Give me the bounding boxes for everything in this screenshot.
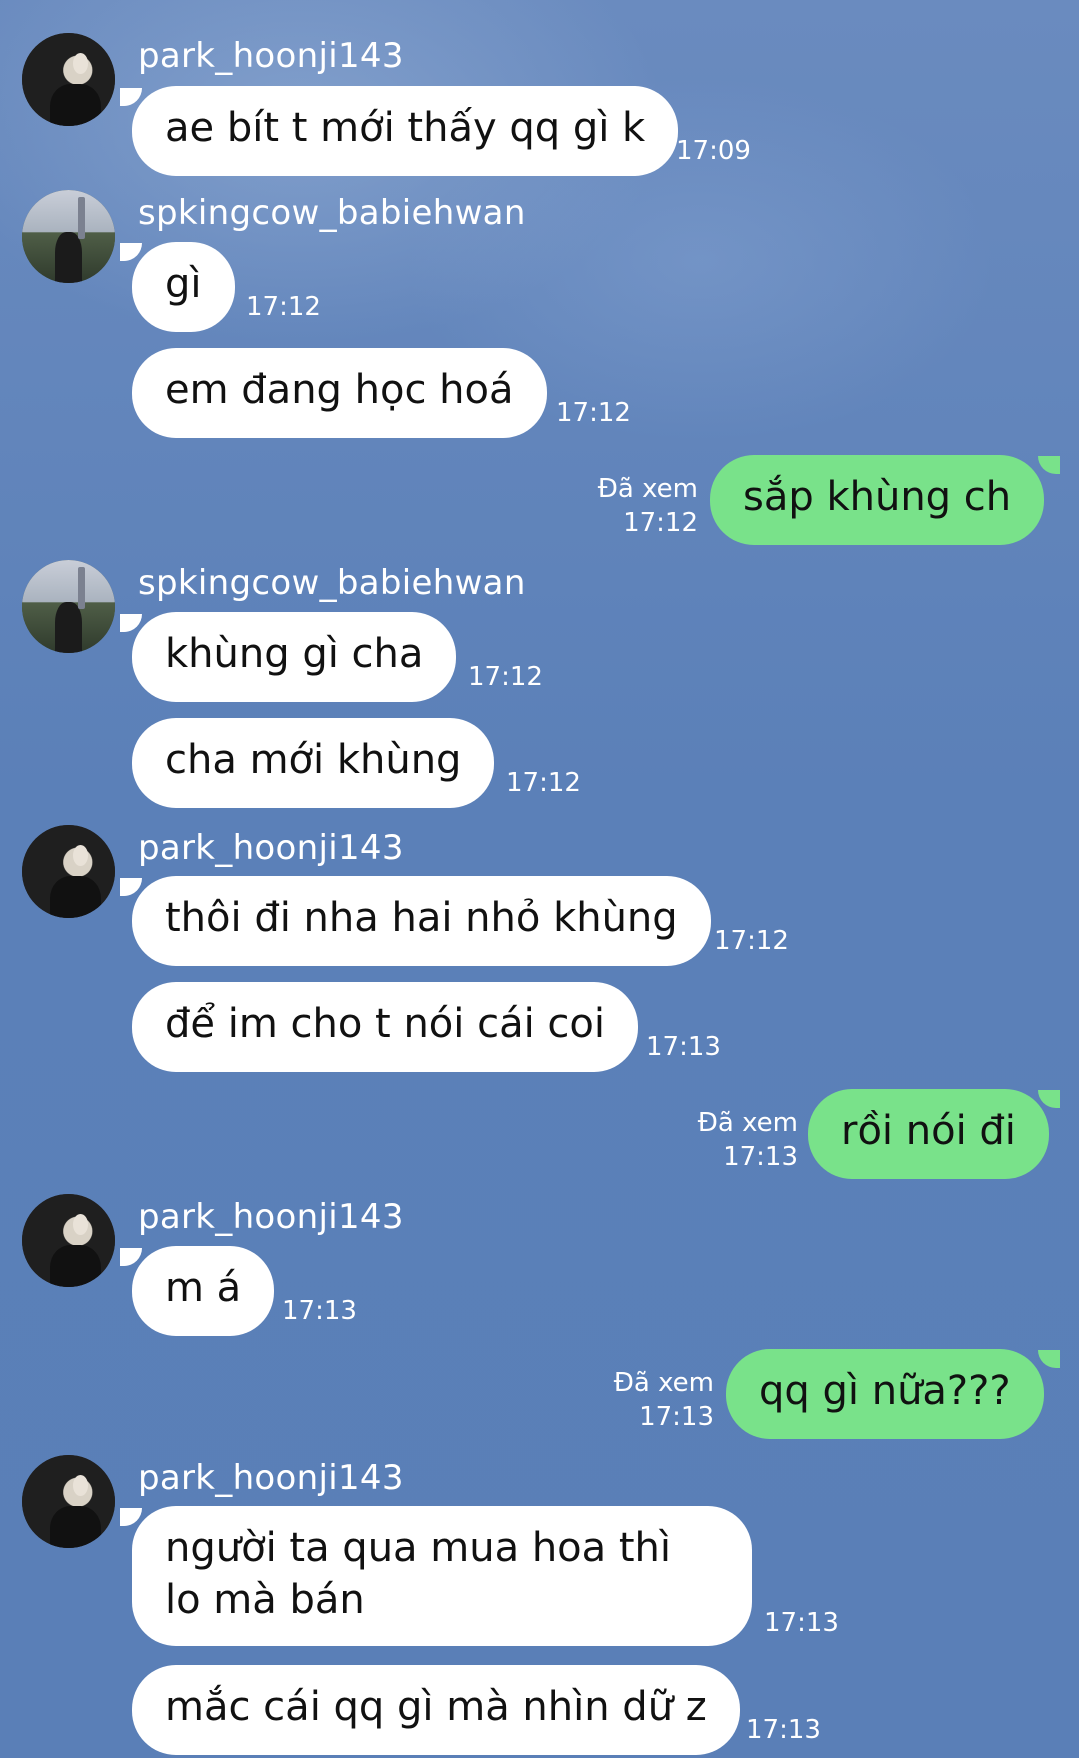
message-time: 17:09 [676,136,751,166]
read-status: Đã xem [597,474,698,504]
message-time: 17:12 [468,662,543,692]
message-time: 17:13 [723,1142,798,1172]
avatar-park-hoonji143[interactable] [22,1194,115,1287]
message-time: 17:13 [764,1608,839,1638]
read-status: Đã xem [613,1368,714,1398]
avatar-park-hoonji143[interactable] [22,1455,115,1548]
avatar-spkingcow-babiehwan[interactable] [22,190,115,283]
message-time: 17:12 [506,768,581,798]
message-bubble[interactable]: người ta qua mua hoa thì lo mà bán [132,1506,752,1646]
sender-name: park_hoonji143 [138,36,404,76]
message-time: 17:12 [623,508,698,538]
message-bubble[interactable]: em đang học hoá [132,348,547,438]
message-bubble[interactable]: để im cho t nói cái coi [132,982,638,1072]
avatar-park-hoonji143[interactable] [22,825,115,918]
message-time: 17:12 [556,398,631,428]
message-time: 17:12 [246,292,321,322]
message-bubble[interactable]: thôi đi nha hai nhỏ khùng [132,876,711,966]
sender-name: park_hoonji143 [138,1458,404,1498]
read-status: Đã xem [697,1108,798,1138]
message-time: 17:13 [639,1402,714,1432]
read-receipt: Đã xem 17:12 [598,472,698,540]
read-receipt: Đã xem 17:13 [698,1106,798,1174]
sender-name: park_hoonji143 [138,1197,404,1237]
sender-name: park_hoonji143 [138,828,404,868]
message-time: 17:13 [646,1032,721,1062]
message-time: 17:13 [282,1296,357,1326]
message-bubble[interactable]: sắp khùng ch [710,455,1045,545]
message-bubble[interactable]: qq gì nữa??? [726,1349,1044,1439]
message-bubble[interactable]: ae bít t mới thấy qq gì k [132,86,679,176]
avatar-park-hoonji143[interactable] [22,33,115,126]
message-bubble[interactable]: khùng gì cha [132,612,457,702]
message-bubble[interactable]: gì [132,242,235,332]
message-time: 17:12 [714,926,789,956]
read-receipt: Đã xem 17:13 [614,1366,714,1434]
message-bubble[interactable]: cha mới khùng [132,718,495,808]
message-bubble[interactable]: rồi nói đi [808,1089,1049,1179]
message-bubble[interactable]: m á [132,1246,275,1336]
sender-name: spkingcow_babiehwan [138,193,526,233]
message-time: 17:13 [746,1715,821,1745]
message-bubble[interactable]: mắc cái qq gì mà nhìn dữ z [132,1665,740,1755]
avatar-spkingcow-babiehwan[interactable] [22,560,115,653]
sender-name: spkingcow_babiehwan [138,563,526,603]
